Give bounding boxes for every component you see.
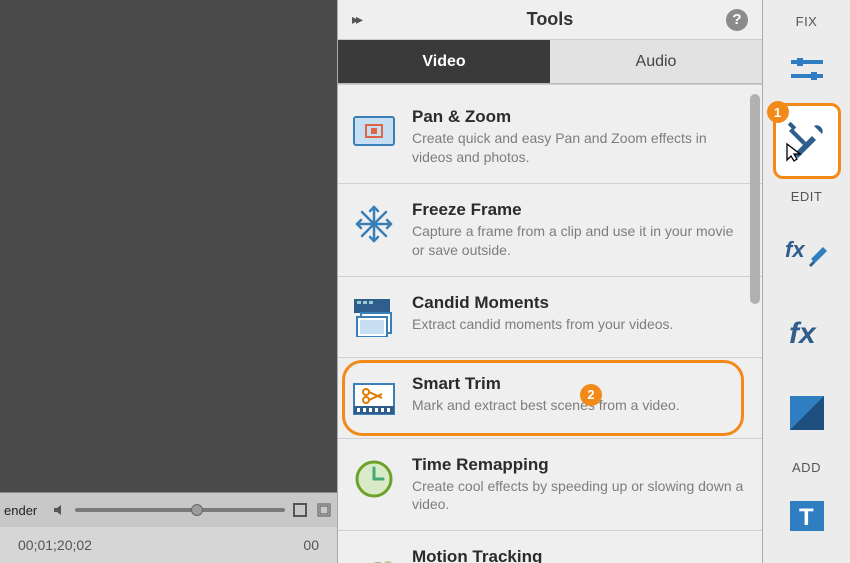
help-icon[interactable]: ? bbox=[726, 9, 748, 31]
scrollbar[interactable] bbox=[750, 94, 760, 553]
clock-icon bbox=[350, 455, 398, 503]
tool-title: Smart Trim bbox=[412, 374, 744, 394]
safe-margins-icon[interactable] bbox=[315, 501, 333, 519]
tab-video[interactable]: Video bbox=[338, 40, 550, 84]
preview-canvas[interactable] bbox=[0, 0, 337, 492]
fullscreen-icon[interactable] bbox=[291, 501, 309, 519]
timecode-bar: 00;01;20;02 00 bbox=[0, 527, 337, 563]
tool-smart-trim[interactable]: Smart Trim Mark and extract best scenes … bbox=[338, 358, 762, 439]
tool-list: Pan & Zoom Create quick and easy Pan and… bbox=[338, 84, 762, 563]
app-root: ender 00;01;20;02 00 ▸▸ Tools ? bbox=[0, 0, 850, 563]
effects-button[interactable]: fx bbox=[777, 304, 837, 362]
preview-pane: ender 00;01;20;02 00 bbox=[0, 0, 337, 563]
panel-title: Tools bbox=[338, 9, 762, 30]
tools-panel: ▸▸ Tools ? Video Audio Pan & Zoom Create… bbox=[337, 0, 763, 563]
callout-badge-2: 2 bbox=[580, 384, 602, 406]
tool-desc: Create quick and easy Pan and Zoom effec… bbox=[412, 129, 744, 167]
cursor-icon bbox=[785, 142, 803, 167]
scroll-thumb[interactable] bbox=[750, 94, 760, 304]
slider-thumb[interactable] bbox=[191, 504, 203, 516]
tool-motion-tracking[interactable]: Motion Tracking Follow objects in your f… bbox=[338, 531, 762, 563]
tab-audio[interactable]: Audio bbox=[550, 40, 762, 84]
title-t-icon: T bbox=[785, 494, 829, 538]
tool-desc: Extract candid moments from your videos. bbox=[412, 315, 744, 334]
tool-title: Freeze Frame bbox=[412, 200, 744, 220]
tool-desc: Capture a frame from a clip and use it i… bbox=[412, 222, 744, 260]
fx-icon: fx bbox=[785, 311, 829, 355]
sliders-icon bbox=[785, 48, 829, 92]
tool-title: Candid Moments bbox=[412, 293, 744, 313]
section-label-edit: EDIT bbox=[791, 189, 823, 204]
tools-button[interactable]: 1 bbox=[777, 107, 837, 175]
tool-time-remapping[interactable]: Time Remapping Create cool effects by sp… bbox=[338, 439, 762, 532]
effects-pencil-button[interactable]: fx bbox=[777, 224, 837, 282]
pan-zoom-icon bbox=[350, 107, 398, 155]
volume-slider[interactable] bbox=[75, 508, 285, 512]
adjust-button[interactable] bbox=[777, 41, 837, 99]
tool-title: Time Remapping bbox=[412, 455, 744, 475]
svg-text:T: T bbox=[799, 504, 814, 531]
photos-stack-icon bbox=[350, 293, 398, 341]
motion-icon bbox=[350, 547, 398, 563]
snowflake-icon bbox=[350, 200, 398, 248]
timecode-total: 00 bbox=[303, 537, 319, 553]
tool-desc: Create cool effects by speeding up or sl… bbox=[412, 477, 744, 515]
timecode-current: 00;01;20;02 bbox=[18, 537, 92, 553]
color-button[interactable] bbox=[777, 384, 837, 442]
tool-title: Pan & Zoom bbox=[412, 107, 744, 127]
tool-title: Motion Tracking bbox=[412, 547, 744, 563]
section-label-add: ADD bbox=[792, 460, 821, 475]
tool-candid-moments[interactable]: Candid Moments Extract candid moments fr… bbox=[338, 277, 762, 358]
right-sidebar: FIX bbox=[763, 0, 850, 563]
playback-controls: ender bbox=[0, 492, 337, 527]
render-label[interactable]: ender bbox=[4, 503, 37, 518]
contrast-square-icon bbox=[785, 391, 829, 435]
tool-freeze-frame[interactable]: Freeze Frame Capture a frame from a clip… bbox=[338, 184, 762, 277]
titles-button[interactable]: T bbox=[777, 487, 837, 545]
tool-desc: Mark and extract best scenes from a vide… bbox=[412, 396, 744, 415]
fx-pencil-icon: fx bbox=[785, 231, 829, 275]
tabs: Video Audio bbox=[338, 40, 762, 84]
collapse-icon[interactable]: ▸▸ bbox=[352, 11, 360, 28]
svg-text:fx: fx bbox=[789, 317, 817, 350]
tool-pan-zoom[interactable]: Pan & Zoom Create quick and easy Pan and… bbox=[338, 91, 762, 184]
svg-text:fx: fx bbox=[785, 237, 805, 262]
volume-icon[interactable] bbox=[51, 501, 69, 519]
callout-badge-1: 1 bbox=[767, 101, 789, 123]
section-label-fix: FIX bbox=[796, 14, 818, 29]
scissors-film-icon bbox=[350, 374, 398, 422]
tools-header: ▸▸ Tools ? bbox=[338, 0, 762, 40]
